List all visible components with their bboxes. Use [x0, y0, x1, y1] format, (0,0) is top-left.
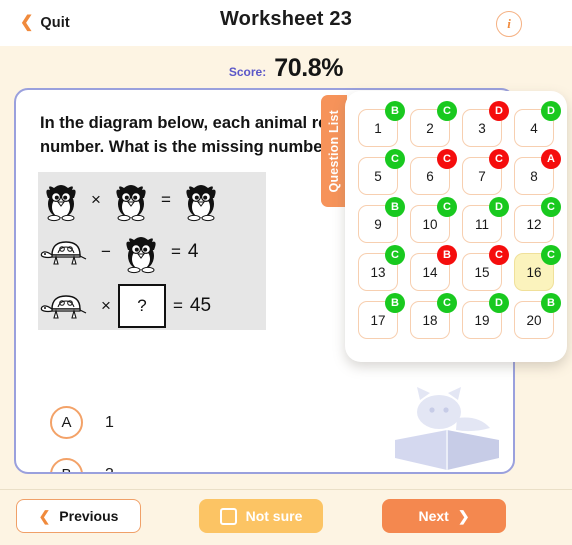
question-cell: 19 D — [459, 293, 509, 339]
score-display: Score: 70.8% — [0, 54, 572, 83]
info-glyph: i — [507, 16, 511, 31]
option-text-b: 3 — [105, 465, 114, 474]
footer-bar: ❮ Previous Not sure Next ❯ — [0, 489, 572, 545]
answer-badge-4: D — [541, 101, 561, 121]
question-diagram: × = − = 4 × ? = 45 — [38, 172, 266, 330]
question-cell: 7C — [459, 149, 509, 195]
question-list-tab[interactable]: Question List — [321, 95, 347, 207]
question-cell: 2C — [407, 101, 457, 147]
question-cell: 12 C — [511, 197, 561, 243]
answer-badge-3: D — [489, 101, 509, 121]
question-cell: 3D — [459, 101, 509, 147]
question-cell: 10 C — [407, 197, 457, 243]
worksheet-app: ❮ Quit Worksheet 23 i Score: 70.8% In th… — [0, 0, 572, 545]
missing-number-box: ? — [117, 284, 166, 328]
answer-badge-2: C — [437, 101, 457, 121]
answer-badge-18: C — [437, 293, 457, 313]
top-bar: ❮ Quit Worksheet 23 i — [0, 0, 572, 46]
question-cell: 1B — [355, 101, 405, 147]
answer-badge-13: C — [385, 245, 405, 265]
answer-badge-14: B — [437, 245, 457, 265]
question-cell: 4D — [511, 101, 561, 147]
turtle-icon — [40, 241, 87, 265]
question-cell: 14 B — [407, 245, 457, 291]
previous-label: Previous — [59, 508, 119, 524]
diagram-operator-multiply: × — [91, 190, 101, 209]
diagram-equals-2: = — [170, 242, 181, 261]
answer-badge-6: C — [437, 149, 457, 169]
chevron-left-icon: ❮ — [38, 507, 51, 524]
diagram-operator-multiply-2: × — [101, 296, 111, 315]
next-label: Next — [418, 508, 449, 524]
diagram-row-1: × = — [38, 176, 266, 224]
diagram-result-2: 4 — [187, 241, 199, 262]
not-sure-label: Not sure — [245, 508, 303, 524]
turtle-icon — [40, 295, 87, 319]
info-icon[interactable]: i — [496, 11, 522, 37]
answer-badge-16: C — [541, 245, 561, 265]
answer-badge-10: C — [437, 197, 457, 217]
question-cell: 8A — [511, 149, 561, 195]
score-value: 70.8% — [274, 54, 344, 82]
score-label: Score: — [228, 65, 267, 79]
question-cell: 13 C — [355, 245, 405, 291]
answer-option-b[interactable]: B 3 — [50, 458, 114, 474]
not-sure-button[interactable]: Not sure — [199, 499, 323, 533]
penguin-icon — [126, 237, 156, 274]
answer-badge-12: C — [541, 197, 561, 217]
answer-badge-7: C — [489, 149, 509, 169]
option-text-a: 1 — [105, 413, 114, 431]
penguin-icon — [46, 185, 76, 222]
question-list-panel: 1 B 2 C 3 D 4 D 5 C 6 C 7 C 8 A 9 B 10 C 11 D 12 C 13 C 14 B 15 C 16 C 1… — [345, 91, 567, 362]
penguin-icon — [186, 185, 216, 222]
diagram-operator-minus: − — [101, 242, 111, 261]
answer-badge-20: B — [541, 293, 561, 313]
answer-badge-1: B — [385, 101, 405, 121]
question-cell: 5C — [355, 149, 405, 195]
previous-button[interactable]: ❮ Previous — [16, 499, 141, 533]
cat-reading-book-icon — [395, 387, 499, 470]
question-cell: 15 C — [459, 245, 509, 291]
question-cell: 9B — [355, 197, 405, 243]
penguin-icon — [116, 185, 146, 222]
diagram-equals-3: = — [172, 296, 183, 315]
answer-badge-5: C — [385, 149, 405, 169]
diagram-equals-1: = — [160, 190, 171, 209]
option-letter-a: A — [50, 406, 83, 439]
diagram-row-3: × ? = 45 — [38, 282, 266, 330]
question-grid: 1 B 2 C 3 D 4 D 5 C 6 C 7 C 8 A 9 B 10 C 11 D 12 C 13 C 14 B 15 C 16 C 1… — [355, 101, 561, 339]
question-list-tab-label: Question List — [327, 109, 341, 193]
question-cell: 6C — [407, 149, 457, 195]
option-letter-b: B — [50, 458, 83, 472]
question-cell: 17 B — [355, 293, 405, 339]
answer-badge-8: A — [541, 149, 561, 169]
checkbox-empty-icon[interactable] — [219, 507, 237, 525]
chevron-right-icon: ❯ — [457, 507, 470, 524]
question-cell: 20 B — [511, 293, 561, 339]
page-title: Worksheet 23 — [219, 8, 353, 30]
answer-badge-19: D — [489, 293, 509, 313]
answer-badge-15: C — [489, 245, 509, 265]
answer-badge-11: D — [489, 197, 509, 217]
answer-badge-9: B — [385, 197, 405, 217]
diagram-row-2: − = 4 — [38, 228, 266, 276]
question-cell: 18 C — [407, 293, 457, 339]
next-button[interactable]: Next ❯ — [382, 499, 506, 533]
question-cell: 16 C — [511, 245, 561, 291]
question-cell: 11 D — [459, 197, 509, 243]
diagram-result-3: 45 — [189, 295, 212, 316]
answer-badge-17: B — [385, 293, 405, 313]
answer-option-a[interactable]: A 1 — [50, 406, 114, 439]
